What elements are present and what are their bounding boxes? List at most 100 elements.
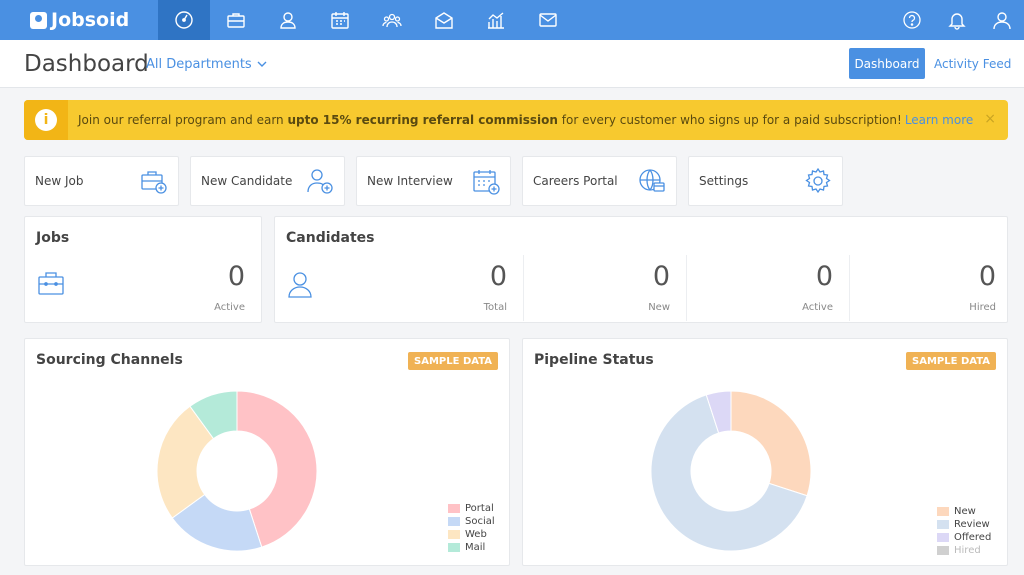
settings-label: Settings bbox=[699, 174, 749, 188]
department-dropdown[interactable]: All Departments bbox=[146, 57, 267, 72]
logo-text: Jobsoid bbox=[51, 9, 130, 31]
legend-item-new[interactable]: New bbox=[937, 505, 991, 518]
nav-messages[interactable] bbox=[522, 0, 574, 40]
candidates-active-label: Active bbox=[802, 302, 833, 313]
legend-swatch bbox=[937, 546, 949, 555]
globe-icon bbox=[639, 169, 665, 192]
help-icon bbox=[902, 11, 921, 29]
calendar-icon bbox=[331, 12, 349, 29]
top-navbar: Jobsoid bbox=[0, 0, 1024, 40]
candidates-total-label: Total bbox=[483, 302, 507, 313]
legend-label: Portal bbox=[465, 503, 494, 514]
help-button[interactable] bbox=[889, 0, 934, 40]
user-add-icon bbox=[307, 169, 333, 194]
legend-swatch bbox=[448, 517, 460, 526]
info-icon: i bbox=[35, 109, 57, 131]
new-candidate-label: New Candidate bbox=[201, 174, 293, 188]
legend-item-mail[interactable]: Mail bbox=[448, 541, 495, 554]
page-title: Dashboard bbox=[24, 51, 149, 77]
nav-mail-open[interactable] bbox=[418, 0, 470, 40]
donut-slice-new[interactable] bbox=[730, 390, 812, 497]
bell-icon bbox=[947, 13, 966, 30]
careers-portal-button[interactable]: Careers Portal bbox=[522, 156, 677, 206]
user-icon bbox=[288, 272, 312, 298]
legend-swatch bbox=[448, 543, 460, 552]
candidates-hired-label: Hired bbox=[969, 302, 996, 313]
team-icon bbox=[382, 13, 402, 28]
referral-banner: i Join our referral program and earn upt… bbox=[24, 100, 1008, 140]
legend-item-hired[interactable]: Hired bbox=[937, 544, 991, 557]
new-interview-label: New Interview bbox=[367, 174, 453, 188]
banner-text: Join our referral program and earn upto … bbox=[78, 113, 974, 127]
legend-label: Social bbox=[465, 516, 495, 527]
candidates-new-label: New bbox=[648, 302, 670, 313]
sourcing-channels-title: Sourcing Channels bbox=[36, 352, 183, 368]
department-label: All Departments bbox=[146, 57, 252, 72]
legend-swatch bbox=[448, 530, 460, 539]
nav-reports[interactable] bbox=[470, 0, 522, 40]
legend-swatch bbox=[937, 533, 949, 542]
new-candidate-button[interactable]: New Candidate bbox=[190, 156, 345, 206]
legend-label: Web bbox=[465, 529, 487, 540]
new-job-button[interactable]: New Job bbox=[24, 156, 179, 206]
page-header: Dashboard All Departments Dashboard Acti… bbox=[0, 40, 1024, 88]
new-job-label: New Job bbox=[35, 174, 84, 188]
legend-item-portal[interactable]: Portal bbox=[448, 502, 495, 515]
legend-label: New bbox=[954, 506, 976, 517]
legend-label: Mail bbox=[465, 542, 486, 553]
sample-data-badge: SAMPLE DATA bbox=[906, 352, 996, 370]
pipeline-status-title: Pipeline Status bbox=[534, 352, 654, 368]
settings-button[interactable]: Settings bbox=[688, 156, 843, 206]
nav-team[interactable] bbox=[366, 0, 418, 40]
briefcase-add-icon bbox=[141, 171, 167, 194]
sample-data-badge: SAMPLE DATA bbox=[408, 352, 498, 370]
user-icon bbox=[280, 12, 296, 29]
notifications-button[interactable] bbox=[934, 0, 979, 40]
candidates-new-count: 0 bbox=[652, 261, 670, 292]
jobs-card: Jobs 0 Active bbox=[24, 216, 262, 323]
legend-item-offered[interactable]: Offered bbox=[937, 531, 991, 544]
briefcase-icon bbox=[227, 13, 245, 28]
candidates-total-count: 0 bbox=[489, 261, 507, 292]
candidates-card: Candidates 0 Total 0 New 0 Active 0 Hire… bbox=[274, 216, 1008, 323]
learn-more-link[interactable]: Learn more bbox=[905, 113, 973, 127]
nav-jobs[interactable] bbox=[210, 0, 262, 40]
dashboard-icon bbox=[175, 11, 193, 29]
activity-feed-link[interactable]: Activity Feed bbox=[934, 57, 1011, 71]
careers-portal-label: Careers Portal bbox=[533, 174, 618, 188]
legend-label: Offered bbox=[954, 532, 992, 543]
chart-icon bbox=[488, 12, 504, 29]
jobs-title: Jobs bbox=[36, 230, 70, 246]
profile-button[interactable] bbox=[979, 0, 1024, 40]
profile-icon bbox=[992, 12, 1011, 30]
candidates-hired-count: 0 bbox=[978, 261, 996, 292]
envelope-icon bbox=[539, 13, 557, 27]
nav-candidates[interactable] bbox=[262, 0, 314, 40]
calendar-add-icon bbox=[473, 170, 500, 195]
mail-open-icon bbox=[435, 12, 453, 29]
sourcing-channels-card: Sourcing Channels SAMPLE DATA Portal Soci… bbox=[24, 338, 510, 566]
logo-icon bbox=[30, 11, 47, 29]
legend-swatch bbox=[448, 504, 460, 513]
logo[interactable]: Jobsoid bbox=[0, 0, 158, 40]
sourcing-legend: Portal Social Web Mail bbox=[448, 502, 495, 554]
pipeline-legend: New Review Offered Hired bbox=[937, 505, 991, 557]
gear-icon bbox=[805, 167, 831, 194]
pipeline-status-card: Pipeline Status SAMPLE DATA New Review Off… bbox=[522, 338, 1008, 566]
dashboard-button[interactable]: Dashboard bbox=[849, 48, 925, 79]
nav-dashboard[interactable] bbox=[158, 0, 210, 40]
candidates-title: Candidates bbox=[286, 230, 375, 246]
legend-item-social[interactable]: Social bbox=[448, 515, 495, 528]
jobs-active-count: 0 bbox=[227, 261, 245, 292]
briefcase-icon bbox=[38, 272, 64, 295]
nav-calendar[interactable] bbox=[314, 0, 366, 40]
new-interview-button[interactable]: New Interview bbox=[356, 156, 511, 206]
close-icon[interactable]: × bbox=[984, 111, 996, 127]
candidates-active-count: 0 bbox=[815, 261, 833, 292]
legend-item-web[interactable]: Web bbox=[448, 528, 495, 541]
jobs-active-label: Active bbox=[214, 302, 245, 313]
legend-item-review[interactable]: Review bbox=[937, 518, 991, 531]
legend-swatch bbox=[937, 520, 949, 529]
legend-label: Review bbox=[954, 519, 990, 530]
legend-label: Hired bbox=[954, 545, 981, 556]
